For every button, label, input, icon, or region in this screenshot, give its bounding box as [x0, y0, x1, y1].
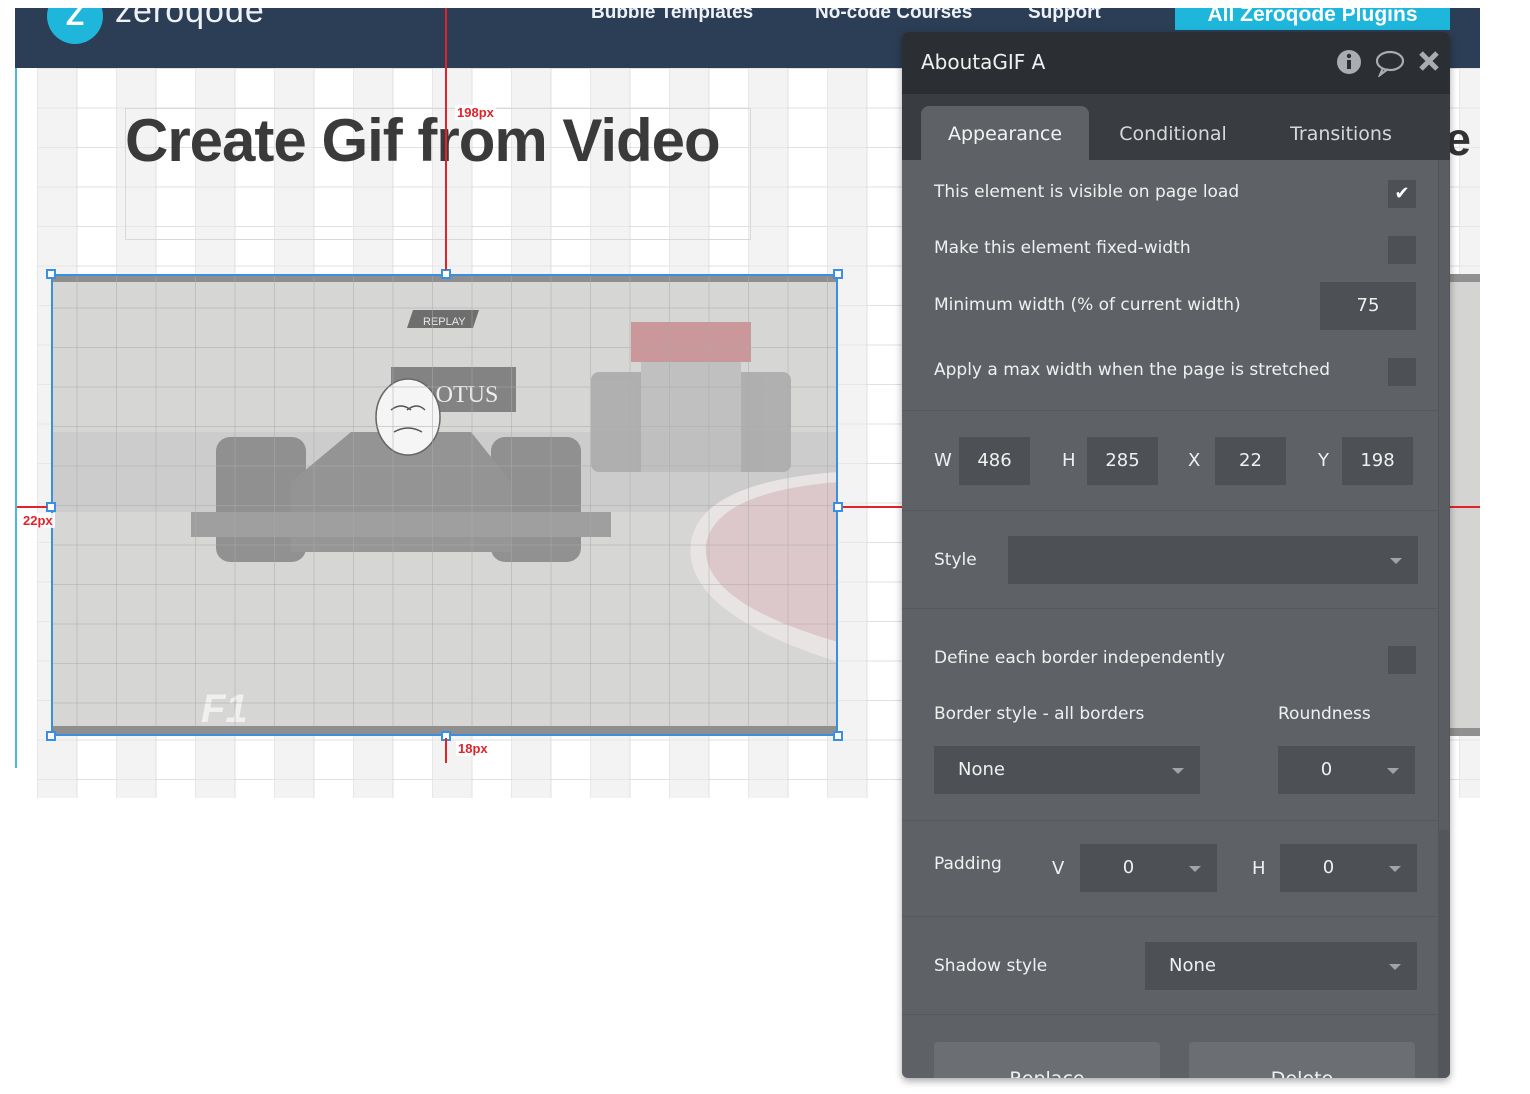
chevron-down-icon	[1389, 866, 1401, 872]
style-label: Style	[934, 550, 977, 570]
guide-left-line	[17, 506, 47, 508]
delete-button[interactable]: Delete	[1189, 1042, 1415, 1078]
fixed-width-label: Make this element fixed-width	[934, 238, 1191, 258]
comment-icon[interactable]	[1374, 49, 1406, 84]
height-label: H	[1062, 450, 1076, 471]
panel-tabs: Appearance Conditional Transitions	[902, 94, 1450, 160]
gif-element[interactable]: LOTUS REPLAY F1	[51, 274, 838, 736]
roundness-value: 0	[1320, 759, 1333, 780]
max-width-label: Apply a max width when the page is stret…	[934, 360, 1331, 380]
nav-bubble-templates[interactable]: Bubble Templates	[591, 8, 753, 24]
resize-handle-bottom-left[interactable]	[46, 731, 56, 741]
visible-on-load-label: This element is visible on page load	[934, 182, 1240, 202]
padding-h-dropdown[interactable]: 0	[1280, 844, 1417, 892]
padding-v-dropdown[interactable]: 0	[1080, 844, 1217, 892]
padding-v-label: V	[1052, 858, 1065, 879]
tab-conditional[interactable]: Conditional	[1090, 106, 1256, 160]
y-input[interactable]: 198	[1342, 437, 1413, 485]
padding-h-value: 0	[1322, 857, 1335, 878]
shadow-style-label: Shadow style	[934, 956, 1048, 976]
resize-handle-bottom-right[interactable]	[833, 731, 843, 741]
fixed-width-checkbox[interactable]	[1388, 236, 1416, 264]
border-style-dropdown[interactable]: None	[934, 746, 1200, 794]
info-icon[interactable]	[1336, 49, 1362, 82]
padding-label: Padding	[934, 854, 1002, 874]
resize-handle-right[interactable]	[833, 502, 843, 512]
shadow-style-dropdown[interactable]: None	[1145, 942, 1417, 990]
chevron-down-icon	[1172, 768, 1184, 774]
chevron-down-icon	[1387, 768, 1399, 774]
tab-transitions[interactable]: Transitions	[1258, 106, 1424, 160]
min-width-input[interactable]: 75	[1320, 282, 1416, 330]
height-input[interactable]: 285	[1087, 437, 1158, 485]
divider	[902, 510, 1438, 511]
guide-bottom-line	[445, 738, 447, 763]
divider	[902, 820, 1438, 821]
guide-left-label: 22px	[21, 513, 55, 528]
divider	[902, 1014, 1438, 1015]
x-input[interactable]: 22	[1215, 437, 1286, 485]
resize-handle-top[interactable]	[441, 269, 451, 279]
nav-support[interactable]: Support	[1028, 8, 1101, 24]
divider	[902, 410, 1438, 411]
roundness-label: Roundness	[1278, 704, 1371, 724]
panel-scrollbar-thumb[interactable]	[1439, 160, 1449, 830]
chevron-down-icon	[1390, 558, 1402, 564]
border-style-value: None	[958, 759, 1005, 780]
panel-title: AboutaGIF A	[921, 50, 1046, 74]
chevron-down-icon	[1389, 964, 1401, 970]
max-width-checkbox[interactable]	[1388, 358, 1416, 386]
logo-text: zeroqode	[115, 8, 265, 30]
roundness-dropdown[interactable]: 0	[1278, 746, 1415, 794]
resize-handle-left[interactable]	[46, 502, 56, 512]
tab-appearance[interactable]: Appearance	[921, 106, 1089, 160]
gif-grid-overlay	[51, 274, 838, 736]
resize-handle-top-right[interactable]	[833, 269, 843, 279]
resize-handle-top-left[interactable]	[46, 269, 56, 279]
logo-icon: Z	[47, 8, 103, 44]
guide-top-line	[445, 8, 447, 270]
shadow-style-value: None	[1169, 955, 1216, 976]
visible-on-load-checkbox[interactable]: ✔	[1388, 180, 1416, 208]
padding-v-value: 0	[1122, 857, 1135, 878]
replace-button[interactable]: Replace	[934, 1042, 1160, 1078]
border-independent-label: Define each border independently	[934, 648, 1226, 668]
border-style-label: Border style - all borders	[934, 704, 1145, 724]
guide-bottom-label: 18px	[456, 741, 490, 756]
page-title[interactable]: Create Gif from Video	[125, 106, 721, 175]
property-editor-panel[interactable]: AboutaGIF A Appearance Conditional Trans…	[902, 32, 1450, 1078]
x-label: X	[1188, 450, 1201, 471]
width-label: W	[934, 450, 952, 471]
page-left-edge	[15, 68, 17, 768]
border-independent-checkbox[interactable]	[1388, 646, 1416, 674]
padding-h-label: H	[1252, 858, 1266, 879]
style-dropdown[interactable]	[1008, 536, 1418, 584]
chevron-down-icon	[1189, 866, 1201, 872]
close-icon[interactable]	[1417, 49, 1441, 80]
divider	[902, 608, 1438, 609]
divider	[902, 916, 1438, 917]
all-plugins-button[interactable]: All Zeroqode Plugins	[1175, 8, 1450, 30]
nav-no-code-courses[interactable]: No-code Courses	[815, 8, 972, 24]
width-input[interactable]: 486	[959, 437, 1030, 485]
min-width-label: Minimum width (% of current width)	[934, 295, 1241, 315]
panel-header[interactable]: AboutaGIF A	[902, 32, 1450, 94]
y-label: Y	[1318, 450, 1329, 471]
guide-top-label: 198px	[455, 105, 496, 120]
